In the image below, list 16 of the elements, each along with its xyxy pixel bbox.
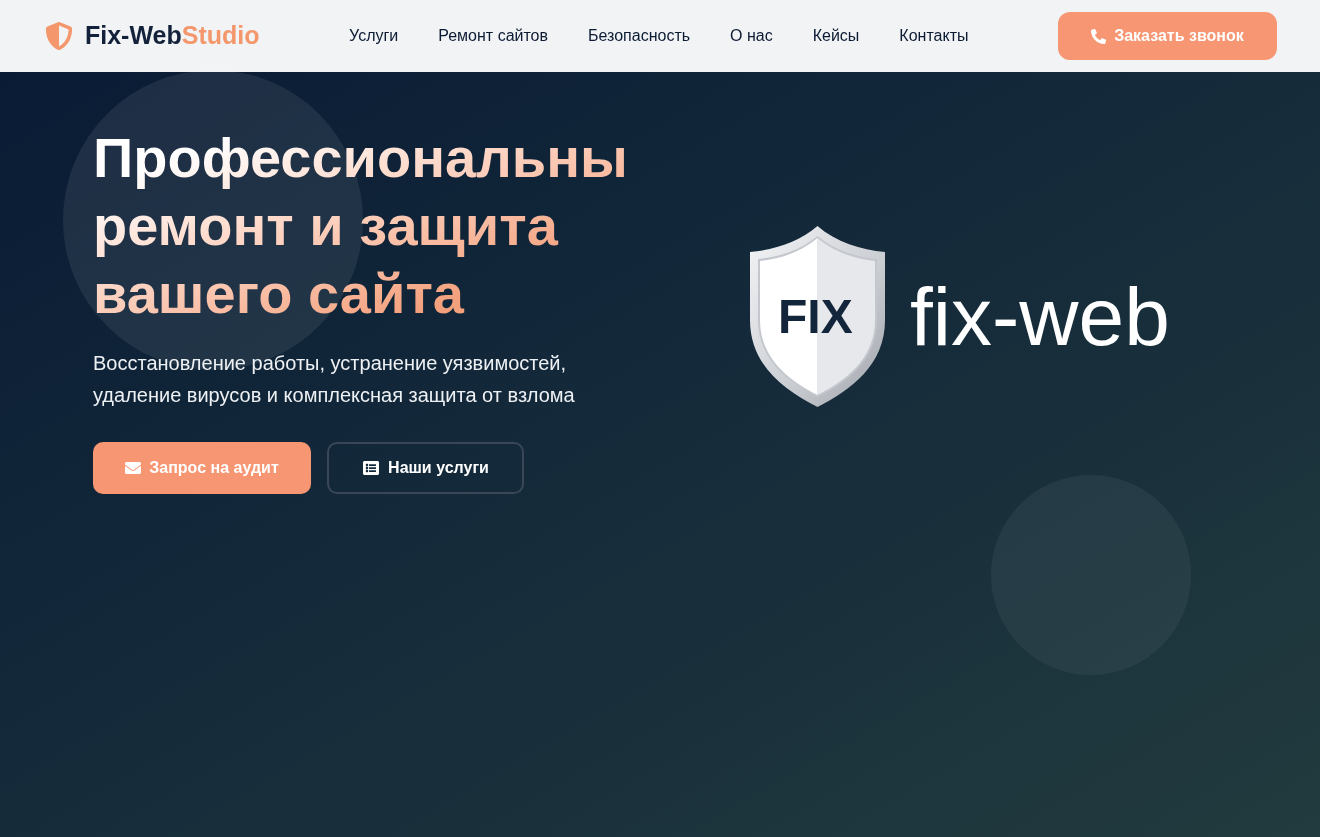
nav-link[interactable]: Безопасность [588,24,691,48]
logo-badge-text: FIX [778,291,853,343]
services-button[interactable]: Наши услуги [327,442,524,494]
nav-link[interactable]: Кейсы [812,24,860,48]
brand-name[interactable]: Fix-WebStudio [85,17,260,55]
nav-link[interactable]: О нас [730,24,773,48]
nav-link[interactable]: Ремонт сайтов [438,24,548,48]
phone-icon [1091,28,1107,44]
envelope-icon [125,460,142,476]
nav-link[interactable]: Услуги [349,24,399,48]
shield-icon [749,225,886,408]
shield-icon [45,20,73,52]
nav-link[interactable]: Контакты [899,24,969,48]
logo-wordmark: fix-web [910,269,1170,364]
list-icon [362,460,381,476]
hero-subtitle: Восстановление работы, устранение уязвимостей, удаление вирусов и комплексная защита от взлома [93,351,576,408]
